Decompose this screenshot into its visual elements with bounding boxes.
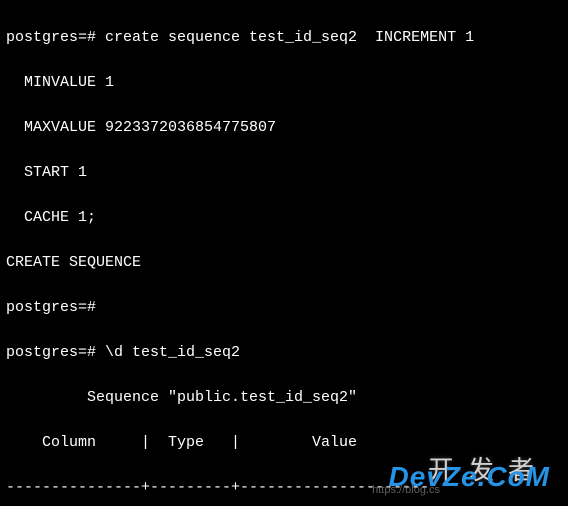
sequence-title: Sequence "public.test_id_seq2": [6, 387, 562, 410]
cmd-line: postgres=# \d test_id_seq2: [6, 342, 562, 365]
cmd-line: postgres=# create sequence test_id_seq2 …: [6, 27, 562, 50]
cmd-line: START 1: [6, 162, 562, 185]
terminal-output: postgres=# create sequence test_id_seq2 …: [0, 0, 568, 506]
cmd-line: CACHE 1;: [6, 207, 562, 230]
watermark-devze-text: DevZe.CoM: [389, 456, 550, 498]
watermark-devze: 开发者 DevZe.CoM: [428, 451, 548, 490]
cmd-line: MINVALUE 1: [6, 72, 562, 95]
cmd-line: MAXVALUE 9223372036854775807: [6, 117, 562, 140]
cmd-result: CREATE SEQUENCE: [6, 252, 562, 275]
prompt-line[interactable]: postgres=#: [6, 297, 562, 320]
